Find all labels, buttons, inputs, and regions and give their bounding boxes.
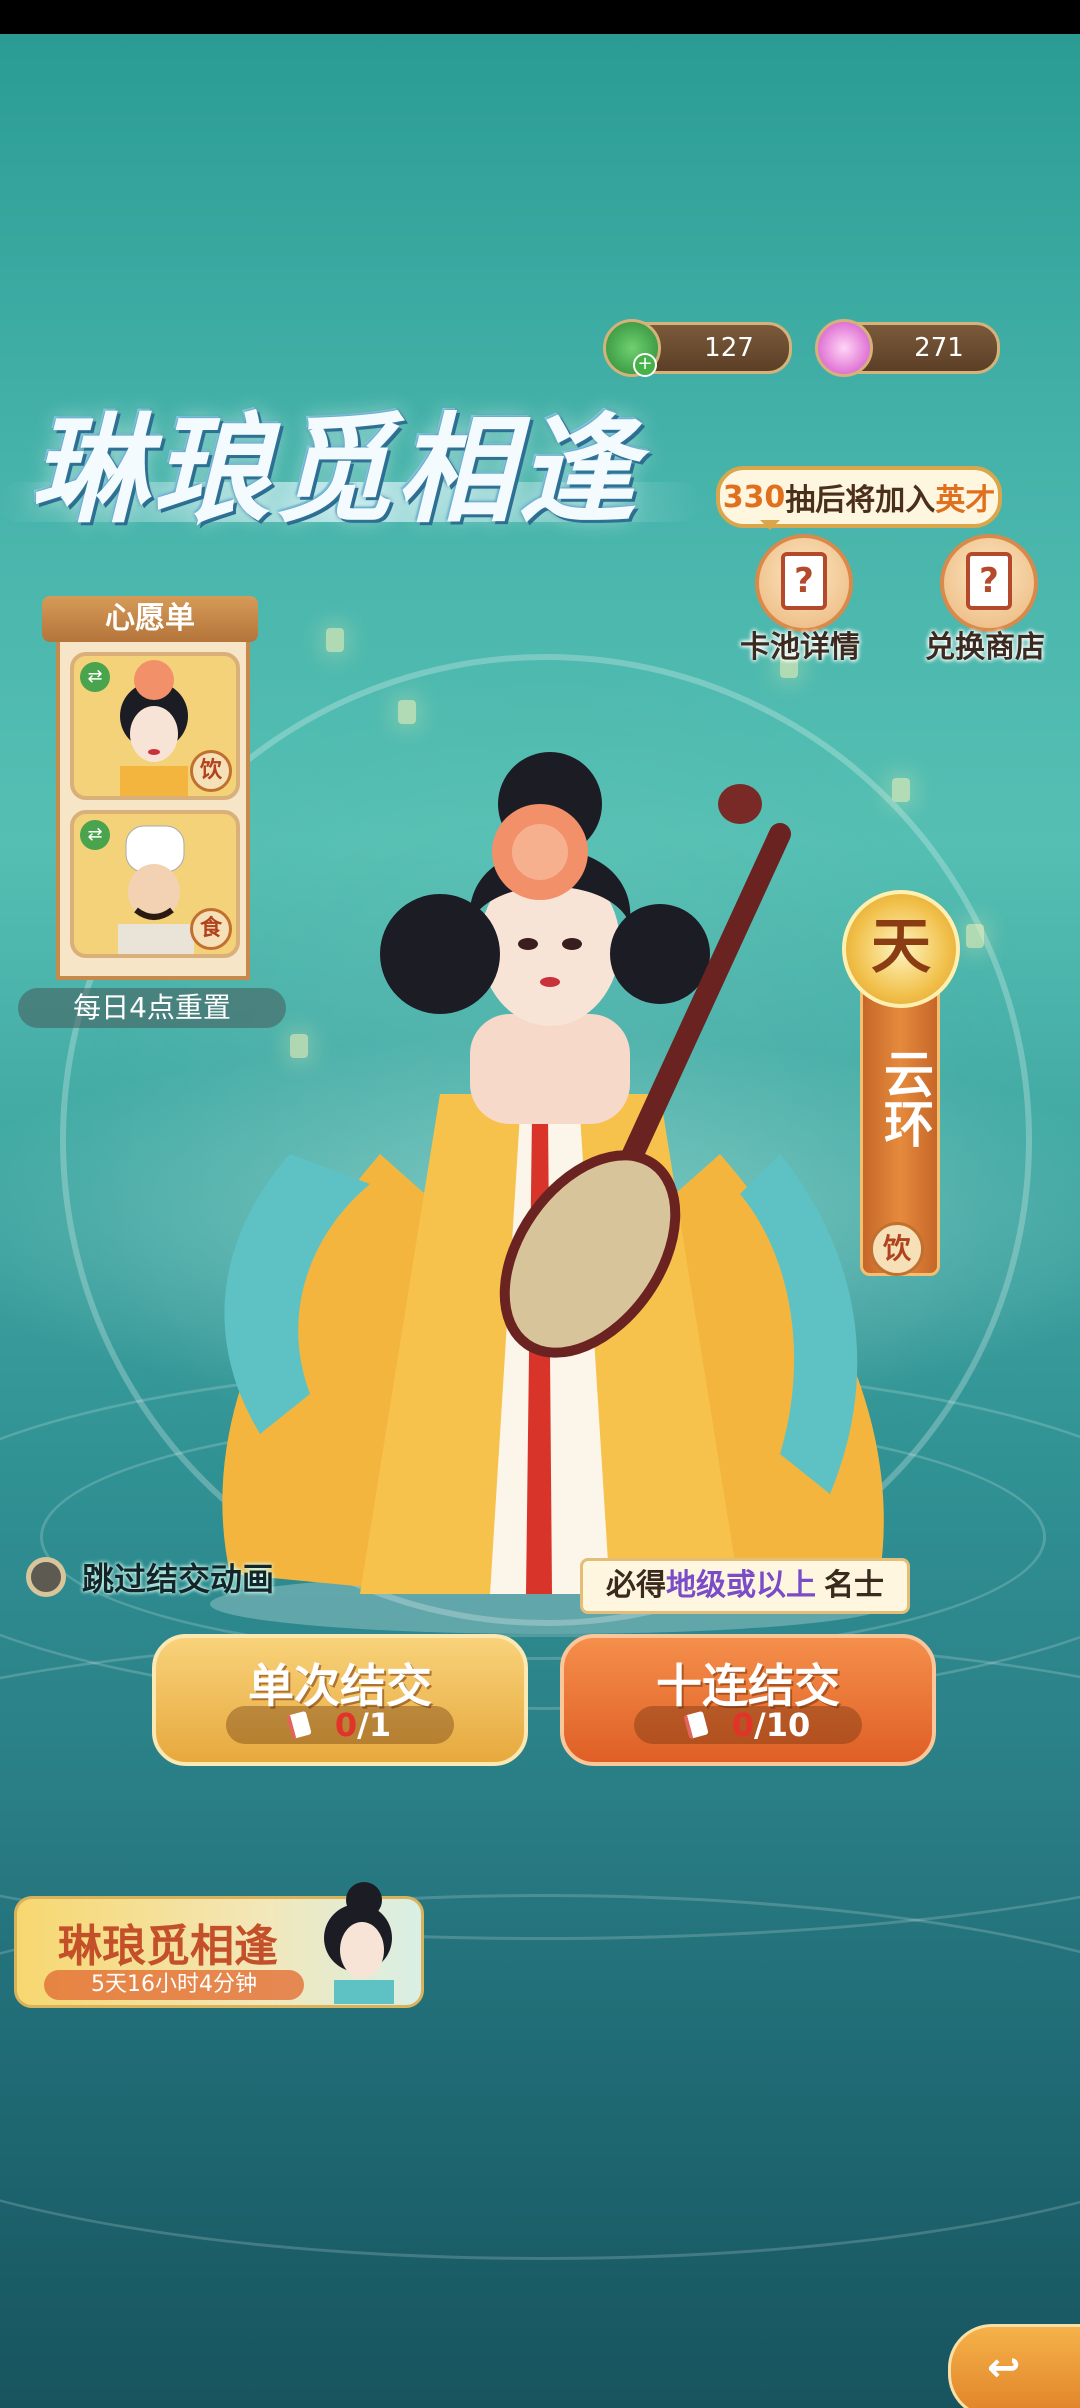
single-owned: 0 [334, 1706, 358, 1744]
card-question-icon: ? [966, 552, 1012, 610]
event-portrait [324, 1882, 394, 2004]
single-draw-button[interactable]: 单次结交 0/1 [152, 1634, 528, 1766]
wishlist-panel[interactable]: ⇄ 饮 ⇄ 食 心愿单 [38, 596, 262, 980]
gem-counter[interactable]: 271 [815, 319, 1000, 377]
status-bar [0, 0, 1080, 34]
swap-icon[interactable]: ⇄ [80, 820, 110, 850]
featured-rank-banner[interactable]: 天 云环 饮 [842, 890, 960, 1276]
swap-icon[interactable]: ⇄ [80, 662, 110, 692]
guarantee-above: 以上 [756, 1568, 816, 1603]
guarantee-suffix: 名士 [824, 1568, 884, 1603]
wishlist-slot-1[interactable]: ⇄ 饮 [70, 652, 240, 800]
single-draw-cost: 0/1 [226, 1706, 454, 1744]
lantern [398, 700, 416, 724]
pink-gem-icon [815, 319, 873, 377]
ten-cost: /10 [754, 1706, 811, 1744]
join-notice-badge: 330 抽后将加入 英才 [716, 466, 1002, 530]
featured-character-illustration [210, 752, 890, 1634]
join-highlight: 英才 [935, 483, 996, 518]
skip-radio[interactable] [26, 1557, 66, 1597]
skip-label: 跳过结交动画 [82, 1560, 275, 1598]
wishlist-reset-note: 每日4点重置 [18, 988, 286, 1028]
guarantee-prefix: 必得 [606, 1568, 666, 1603]
event-title: 琳琅觅相逢 [58, 1921, 278, 1972]
ten-draw-button[interactable]: 十连结交 0/10 [560, 1634, 936, 1766]
single-cost: /1 [357, 1706, 392, 1744]
skip-animation-toggle[interactable]: 跳过结交动画 [26, 1554, 274, 1600]
ticket-icon [682, 1710, 709, 1740]
wishlist-frame: ⇄ 饮 ⇄ 食 [56, 638, 250, 980]
wishlist-title: 心愿单 [42, 596, 258, 642]
banner-title: 琳琅觅相逢 [30, 400, 641, 539]
card-question-icon: ? [781, 552, 827, 610]
guarantee-badge: 必得地级或以上 名士 [580, 1558, 910, 1614]
join-count: 330 [722, 479, 786, 515]
ten-draw-cost: 0/10 [634, 1706, 862, 1744]
event-banner[interactable]: 琳琅觅相逢 5天16小时4分钟 [14, 1882, 424, 2008]
back-button[interactable]: ↩ [948, 2324, 1080, 2408]
drink-tag-icon: 饮 [870, 1222, 924, 1276]
food-tag-icon: 食 [190, 908, 232, 950]
join-text: 抽后将加入 [785, 483, 936, 518]
jade-coin-counter[interactable]: + 127 [603, 319, 792, 377]
pool-details-button[interactable]: ? 卡池详情 [735, 534, 865, 665]
lantern [326, 628, 344, 652]
back-arrow-icon: ↩ [987, 2345, 1021, 2391]
guarantee-rank: 地级 [666, 1568, 726, 1603]
ticket-icon [286, 1710, 312, 1740]
lantern [966, 924, 984, 948]
gem-value: 271 [914, 333, 964, 363]
rank-medal: 天 [842, 890, 960, 1008]
guarantee-mid: 或 [726, 1568, 756, 1603]
event-countdown: 5天16小时4分钟 [44, 1970, 304, 2000]
ten-owned: 0 [731, 1706, 755, 1744]
exchange-shop-label: 兑换商店 [925, 630, 1045, 665]
jade-coin-value: 127 [704, 333, 754, 363]
gacha-scene: + 127 271 琳琅觅相逢 330 抽后将加入 英才 ? 卡池详情 ? 兑换… [0, 34, 1080, 2408]
wishlist-slot-2[interactable]: ⇄ 食 [70, 810, 240, 958]
exchange-shop-button[interactable]: ? 兑换商店 [920, 534, 1050, 665]
drink-tag-icon: 饮 [190, 750, 232, 792]
pool-details-label: 卡池详情 [740, 630, 860, 665]
featured-name: 云环 [876, 1048, 934, 1148]
